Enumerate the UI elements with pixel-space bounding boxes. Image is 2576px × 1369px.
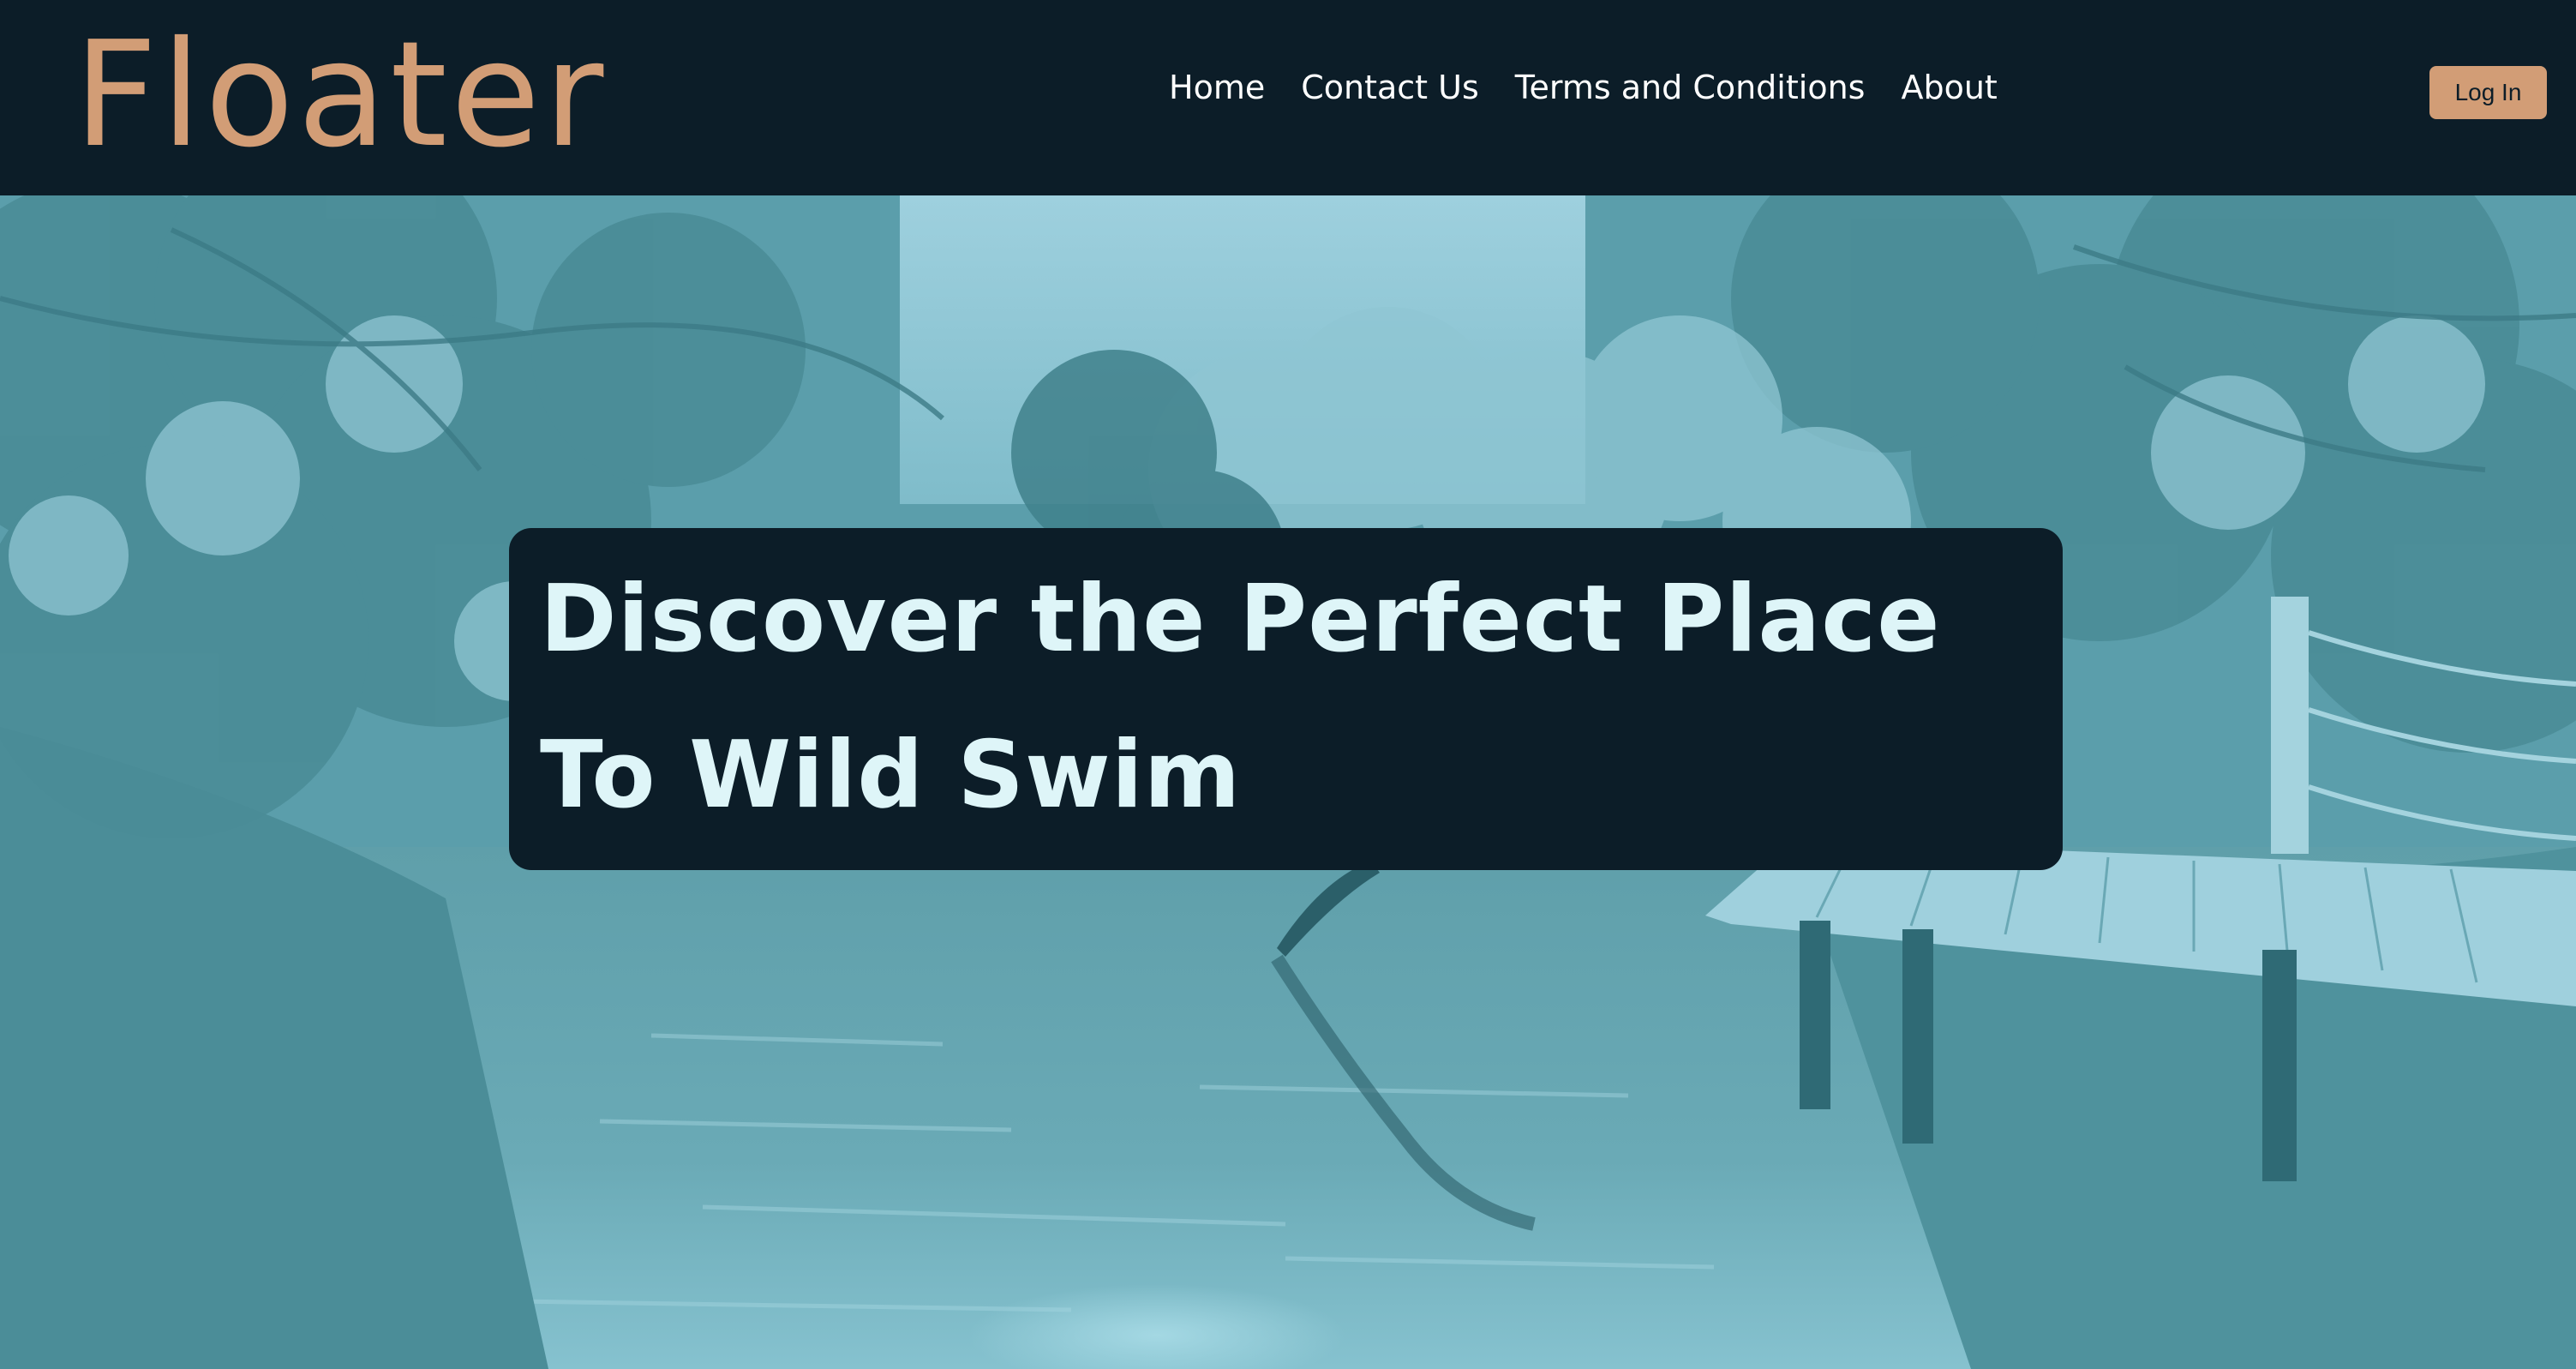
main-nav: Home Contact Us Terms and Conditions Abo…: [1169, 60, 1998, 115]
hero-title: Discover the Perfect Place To Wild Swim: [540, 566, 1941, 829]
log-in-button[interactable]: Log In: [2429, 66, 2547, 119]
top-navbar: Floater Home Contact Us Terms and Condit…: [0, 0, 2576, 195]
hero-section: Discover the Perfect Place To Wild Swim: [0, 195, 2576, 1369]
nav-link-about[interactable]: About: [1901, 69, 1997, 106]
nav-link-home[interactable]: Home: [1169, 69, 1265, 106]
site-logo[interactable]: Floater: [74, 5, 607, 185]
page: Floater Home Contact Us Terms and Condit…: [0, 0, 2576, 1369]
nav-link-terms-and-conditions[interactable]: Terms and Conditions: [1515, 69, 1866, 106]
nav-link-contact-us[interactable]: Contact Us: [1301, 69, 1479, 106]
hero-card: Discover the Perfect Place To Wild Swim: [509, 528, 2063, 870]
